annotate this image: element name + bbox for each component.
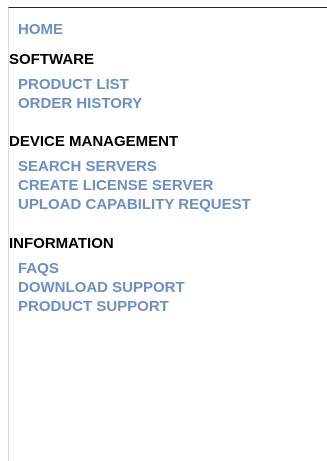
nav-link-faqs[interactable]: FAQS [18, 259, 185, 278]
nav-section-device-management: DEVICE MANAGEMENT SEARCH SERVERS CREATE … [9, 132, 251, 214]
section-heading-information: INFORMATION [9, 235, 114, 252]
sidebar-nav-panel: HOME SOFTWARE PRODUCT LIST ORDER HISTORY… [8, 7, 327, 461]
nav-link-home[interactable]: HOME [18, 20, 63, 39]
nav-section-software: SOFTWARE PRODUCT LIST ORDER HISTORY [9, 50, 142, 113]
nav-link-create-license-server[interactable]: CREATE LICENSE SERVER [18, 176, 251, 195]
section-heading-software: SOFTWARE [9, 51, 94, 68]
section-items-device-management: SEARCH SERVERS CREATE LICENSE SERVER UPL… [18, 157, 251, 214]
nav-link-product-support[interactable]: PRODUCT SUPPORT [18, 297, 185, 316]
nav-link-download-support[interactable]: DOWNLOAD SUPPORT [18, 278, 185, 297]
nav-link-upload-capability-request[interactable]: UPLOAD CAPABILITY REQUEST [18, 195, 251, 214]
section-items-software: PRODUCT LIST ORDER HISTORY [18, 75, 142, 113]
section-items-information: FAQS DOWNLOAD SUPPORT PRODUCT SUPPORT [18, 259, 185, 316]
nav-link-order-history[interactable]: ORDER HISTORY [18, 94, 142, 113]
nav-section-information: INFORMATION FAQS DOWNLOAD SUPPORT PRODUC… [9, 234, 185, 316]
nav-link-product-list[interactable]: PRODUCT LIST [18, 75, 142, 94]
section-heading-device-management: DEVICE MANAGEMENT [9, 133, 179, 150]
nav-link-search-servers[interactable]: SEARCH SERVERS [18, 157, 251, 176]
